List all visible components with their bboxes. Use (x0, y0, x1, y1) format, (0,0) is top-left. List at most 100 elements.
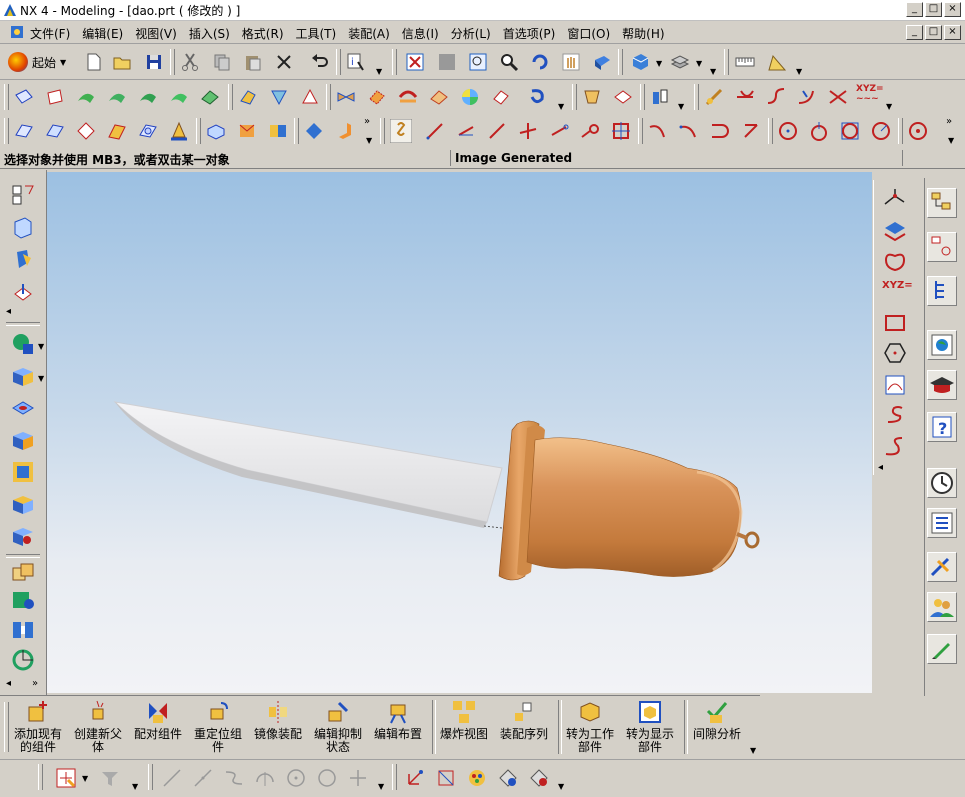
extension-surface-icon[interactable] (238, 87, 258, 107)
sew-icon[interactable] (582, 87, 602, 107)
extrude-icon[interactable] (11, 332, 35, 356)
menu-format[interactable]: 格式(R) (242, 25, 284, 42)
menu-view[interactable]: 视图(V) (135, 25, 177, 42)
ruled-surface-icon[interactable] (107, 87, 127, 107)
styled-blend-icon[interactable] (76, 121, 96, 141)
more-icon[interactable]: » (946, 116, 952, 127)
save-icon[interactable] (144, 52, 164, 72)
history-tab[interactable] (927, 468, 957, 498)
part-navigator-tab[interactable] (927, 276, 957, 306)
minimize-button[interactable]: _ (906, 2, 923, 17)
doc-minimize-button[interactable]: _ (906, 25, 923, 40)
measure-distance-icon[interactable] (735, 52, 755, 72)
shell-surface-icon[interactable] (491, 87, 511, 107)
constraint-navigator-tab[interactable] (927, 232, 957, 262)
through-curves-icon[interactable] (76, 87, 96, 107)
menu-file[interactable]: 文件(F) (30, 25, 70, 42)
intersect-curve-icon[interactable] (828, 87, 848, 107)
arc-tangent-icon[interactable] (710, 121, 730, 141)
split-body-icon[interactable] (650, 87, 670, 107)
section-surface-icon[interactable] (528, 87, 548, 107)
mate-component-button[interactable]: 配对组件 (130, 699, 186, 741)
wcs-dynamics-icon[interactable] (405, 768, 425, 788)
point-set-icon[interactable] (882, 186, 908, 212)
spline-icon[interactable] (882, 434, 908, 460)
fit-view-icon[interactable] (405, 52, 425, 72)
bounded-plane-icon[interactable] (45, 87, 65, 107)
endpoint-snap-icon[interactable] (193, 768, 213, 788)
line-snap-icon[interactable] (162, 768, 182, 788)
text-curve-icon[interactable] (882, 372, 908, 398)
slot-icon[interactable] (11, 524, 35, 548)
add-existing-component-button[interactable]: 添加现有 的组件 (10, 699, 66, 754)
zoom-window-icon[interactable] (437, 52, 457, 72)
clearance-analysis-button[interactable]: 间隙分析 (688, 699, 746, 741)
doc-close-button[interactable]: × (944, 25, 961, 40)
chevron-left-icon[interactable]: ◂ (6, 306, 11, 317)
rectangle-icon[interactable] (882, 310, 908, 336)
cut-icon[interactable] (180, 52, 200, 72)
sketch-icon[interactable] (11, 182, 35, 206)
reuse-library-tab[interactable] (927, 508, 957, 538)
xform-icon[interactable] (206, 121, 226, 141)
zoom-area-icon[interactable] (468, 52, 488, 72)
menu-preferences[interactable]: 首选项(P) (503, 25, 556, 42)
mesh-surface-icon[interactable] (200, 87, 220, 107)
delete-icon[interactable] (274, 52, 294, 72)
circle-center-icon[interactable] (778, 121, 798, 141)
zoom-icon[interactable] (499, 52, 519, 72)
pan-icon[interactable] (561, 52, 581, 72)
menu-edit[interactable]: 编辑(E) (82, 25, 123, 42)
styled-sweep-icon[interactable] (45, 121, 65, 141)
layer-icon[interactable] (670, 52, 690, 72)
paste-icon[interactable] (243, 52, 263, 72)
thicken-icon[interactable] (304, 121, 324, 141)
graphics-viewport[interactable] (47, 172, 872, 693)
chevron-down-icon[interactable]: ▼ (558, 782, 564, 791)
studio-surface-icon[interactable] (14, 121, 34, 141)
curve-analysis-icon[interactable] (704, 87, 724, 107)
curve-snap-icon[interactable] (224, 768, 244, 788)
menu-assembly[interactable]: 装配(A) (348, 25, 390, 42)
boss-icon[interactable] (11, 428, 35, 452)
general-curve-icon[interactable] (882, 248, 908, 274)
swept-surface-icon[interactable] (138, 87, 158, 107)
new-file-icon[interactable] (84, 52, 104, 72)
chevron-down-icon[interactable]: ▼ (750, 746, 756, 755)
chevron-down-icon[interactable]: ▼ (378, 782, 384, 791)
chevron-down-icon[interactable]: ▼ (38, 342, 44, 351)
arc-corner-icon[interactable] (741, 121, 761, 141)
mirror-assembly-button[interactable]: 镜像装配 (250, 699, 306, 741)
menu-analysis[interactable]: 分析(L) (451, 25, 491, 42)
chevron-down-icon[interactable]: ▼ (796, 67, 802, 76)
law-curve-icon[interactable]: XYZ= (882, 280, 913, 291)
display-color-icon[interactable] (467, 768, 487, 788)
chevron-down-icon[interactable]: ▼ (656, 59, 662, 68)
global-shaping-icon[interactable] (429, 87, 449, 107)
web-browser-tab[interactable] (927, 330, 957, 360)
close-button[interactable]: × (944, 2, 961, 17)
start-button[interactable]: 起始 ▼ (8, 49, 66, 75)
chevron-down-icon[interactable]: ▼ (366, 136, 372, 145)
hole-icon[interactable] (11, 396, 35, 420)
edit-suppression-button[interactable]: 编辑抑制 状态 (310, 699, 366, 754)
chevron-down-icon[interactable]: ▼ (710, 67, 716, 76)
help-tab[interactable]: ? (927, 412, 957, 442)
system-materials-tab[interactable] (927, 634, 957, 664)
chevron-down-icon[interactable]: ▼ (886, 102, 892, 111)
trim-surface-icon[interactable] (336, 87, 356, 107)
line-circle-icon[interactable] (580, 121, 600, 141)
knife-model[interactable] (47, 172, 872, 693)
plane-icon[interactable] (882, 218, 908, 244)
selection-filter-icon[interactable] (100, 768, 120, 788)
subtract-icon[interactable] (11, 588, 35, 612)
more-down-icon[interactable]: » (32, 678, 38, 689)
exploded-view-button[interactable]: 爆炸视图 (436, 699, 492, 741)
color-surface-icon[interactable] (460, 87, 480, 107)
training-tab[interactable] (927, 370, 957, 400)
circle-dot-icon[interactable] (908, 121, 928, 141)
law-extension-icon[interactable] (300, 87, 320, 107)
associative-toggle-icon[interactable] (390, 119, 412, 143)
measure-angle-icon[interactable] (767, 52, 787, 72)
edit-arrangement-button[interactable]: 编辑布置 (370, 699, 426, 741)
